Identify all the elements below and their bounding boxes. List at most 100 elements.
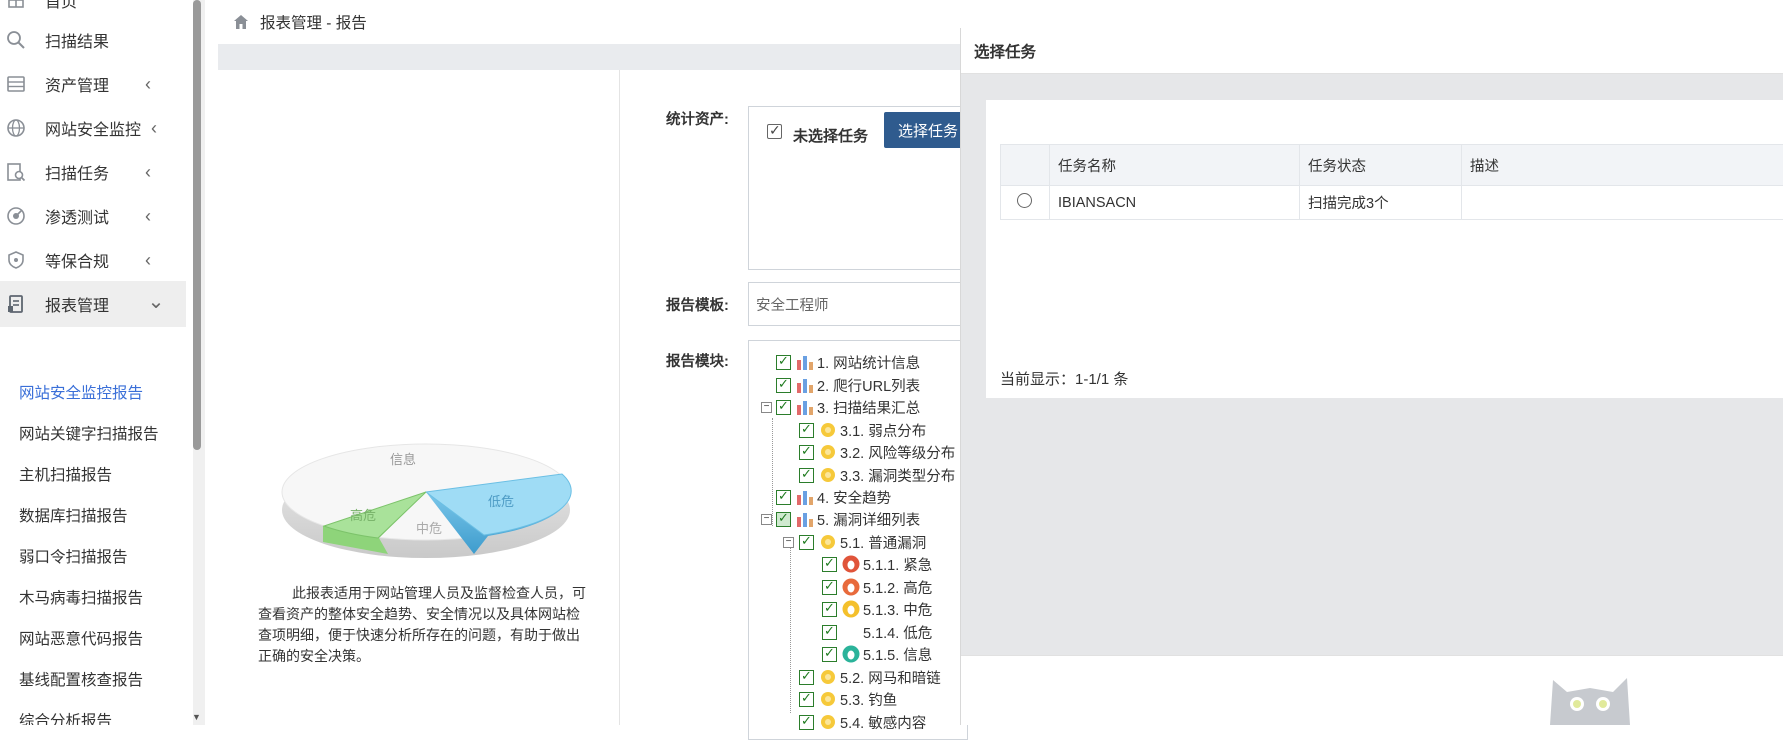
tree-node[interactable]: 5.4. 敏感内容 (799, 712, 926, 732)
home-icon[interactable] (232, 13, 250, 31)
stats-assets-label: 统计资产: (666, 108, 729, 129)
bar-chart-icon (796, 488, 814, 506)
sidebar-scrollbar-thumb[interactable] (193, 0, 201, 450)
row-radio[interactable] (1017, 193, 1032, 208)
report-template-label: 报告模板: (666, 294, 729, 315)
tree-collapse-toggle[interactable]: − (761, 514, 772, 525)
chevron-left-icon: ‹ (144, 118, 164, 138)
globe-icon (5, 117, 27, 139)
tree-node-label: 5.1.3. 中危 (863, 599, 932, 620)
sidebar: 首页 扫描结果 资产管理 ‹ 网站安全监控 ‹ 扫描任务 ‹ 渗透测试 ‹ (0, 0, 190, 725)
select-task-button[interactable]: 选择任务 (884, 112, 972, 148)
tree-node[interactable]: 5.2. 网马和暗链 (799, 667, 941, 687)
breadcrumb: 报表管理 - 报告 (260, 11, 367, 33)
sub-item-weak-password-report[interactable]: 弱口令扫描报告 (19, 545, 128, 567)
tree-collapse-toggle[interactable]: − (761, 402, 772, 413)
bug-medium-icon (842, 600, 860, 618)
scan-task-icon (5, 161, 27, 183)
tree-checkbox[interactable] (799, 535, 814, 550)
tree-node[interactable]: 5.1. 普通漏洞 (799, 532, 926, 552)
tree-node-label: 5.3. 钓鱼 (840, 689, 897, 710)
sub-item-baseline-report[interactable]: 基线配置核查报告 (19, 668, 143, 690)
sidebar-item-website-monitor[interactable]: 网站安全监控 ‹ (0, 105, 186, 151)
tree-node[interactable]: 5.1.4. 低危 (822, 622, 932, 642)
task-desc-cell (1462, 186, 1783, 220)
gear-icon (819, 533, 837, 551)
tree-node[interactable]: 5. 漏洞详细列表 (776, 509, 920, 529)
tree-checkbox[interactable] (822, 602, 837, 617)
report-icon (5, 293, 27, 315)
tree-node[interactable]: 4. 安全趋势 (776, 487, 891, 507)
sidebar-item-reports[interactable]: 报表管理 ⌄ (0, 281, 186, 327)
sub-item-keyword-report[interactable]: 网站关键字扫描报告 (19, 422, 159, 444)
sidebar-item-assets[interactable]: 资产管理 ‹ (0, 61, 186, 107)
sidebar-item-scan-tasks[interactable]: 扫描任务 ‹ (0, 149, 186, 195)
sidebar-item-scan-results[interactable]: 扫描结果 (0, 17, 186, 63)
tree-checkbox[interactable] (799, 445, 814, 460)
table-header-desc: 描述 (1462, 145, 1783, 186)
sidebar-item-pentest[interactable]: 渗透测试 ‹ (0, 193, 186, 239)
sub-item-malicious-code-report[interactable]: 网站恶意代码报告 (19, 627, 143, 649)
tree-node[interactable]: 3. 扫描结果汇总 (776, 397, 920, 417)
tree-checkbox[interactable] (776, 512, 791, 527)
chevron-left-icon: ‹ (138, 74, 158, 94)
row-select-cell[interactable] (1001, 186, 1050, 220)
tree-node[interactable]: 5.1.5. 信息 (822, 644, 932, 664)
tree-checkbox[interactable] (822, 580, 837, 595)
sub-item-host-report[interactable]: 主机扫描报告 (19, 463, 112, 485)
sidebar-item-compliance[interactable]: 等保合规 ‹ (0, 237, 186, 283)
bar-chart-icon (796, 353, 814, 371)
tree-node-label: 3.3. 漏洞类型分布 (840, 465, 955, 486)
task-table: 任务名称 任务状态 描述 IBIANSACN 扫描完成3个 (1000, 144, 1783, 220)
tree-node[interactable]: 5.1.3. 中危 (822, 599, 932, 619)
report-description: 此报表适用于网站管理人员及监督检查人员，可查看资产的整体安全趋势、安全情况以及具… (258, 583, 588, 667)
tree-node[interactable]: 1. 网站统计信息 (776, 352, 920, 372)
tree-collapse-toggle[interactable]: − (783, 537, 794, 548)
tree-checkbox[interactable] (799, 468, 814, 483)
sub-item-website-monitor-report[interactable]: 网站安全监控报告 (19, 381, 143, 403)
sub-item-analysis-report[interactable]: 综合分析报告 (19, 709, 112, 725)
tree-node[interactable]: 5.3. 钓鱼 (799, 689, 897, 709)
unselected-label: 未选择任务 (793, 125, 868, 146)
sub-item-database-report[interactable]: 数据库扫描报告 (19, 504, 128, 526)
tree-checkbox[interactable] (776, 490, 791, 505)
tree-node-label: 5.2. 网马和暗链 (840, 667, 941, 688)
tree-node[interactable]: 3.3. 漏洞类型分布 (799, 465, 955, 485)
tree-node[interactable]: 2. 爬行URL列表 (776, 375, 920, 395)
sidebar-item-label: 首页 (45, 0, 77, 12)
scroll-down-arrow-icon[interactable]: ▼ (192, 712, 201, 722)
tree-checkbox[interactable] (799, 715, 814, 730)
tree-checkbox[interactable] (822, 557, 837, 572)
tree-node[interactable]: 3.1. 弱点分布 (799, 420, 926, 440)
tree-checkbox[interactable] (776, 400, 791, 415)
tree-node[interactable]: 5.1.2. 高危 (822, 577, 932, 597)
tree-checkbox[interactable] (822, 625, 837, 640)
tree-checkbox[interactable] (799, 692, 814, 707)
report-template-select[interactable]: 安全工程师 (748, 282, 968, 326)
tree-node-label: 3.1. 弱点分布 (840, 420, 926, 441)
tree-node-label: 5.1.5. 信息 (863, 644, 932, 665)
task-status-cell: 扫描完成3个 (1300, 186, 1462, 220)
gear-icon (819, 713, 837, 731)
tree-node[interactable]: 3.2. 风险等级分布 (799, 442, 955, 462)
bug-urgent-icon (842, 555, 860, 573)
tree-checkbox[interactable] (822, 647, 837, 662)
tree-checkbox[interactable] (776, 378, 791, 393)
sidebar-item-home[interactable]: 首页 (0, 0, 77, 14)
table-row[interactable]: IBIANSACN 扫描完成3个 (1001, 186, 1783, 220)
tree-node-label: 4. 安全趋势 (817, 487, 891, 508)
tree-checkbox[interactable] (799, 670, 814, 685)
tree-node-label: 5.1.1. 紧急 (863, 554, 932, 575)
tree-node[interactable]: 5.1.1. 紧急 (822, 554, 932, 574)
gear-icon (819, 443, 837, 461)
report-modules-label: 报告模块: (666, 350, 729, 371)
tree-checkbox[interactable] (799, 423, 814, 438)
bug-info-icon (842, 645, 860, 663)
gear-icon (819, 421, 837, 439)
bar-chart-icon (796, 510, 814, 528)
chevron-down-icon: ⌄ (146, 291, 166, 311)
sub-item-trojan-report[interactable]: 木马病毒扫描报告 (19, 586, 143, 608)
tree-checkbox[interactable] (776, 355, 791, 370)
shield-icon (5, 249, 27, 271)
unselected-checkbox[interactable] (767, 124, 782, 139)
